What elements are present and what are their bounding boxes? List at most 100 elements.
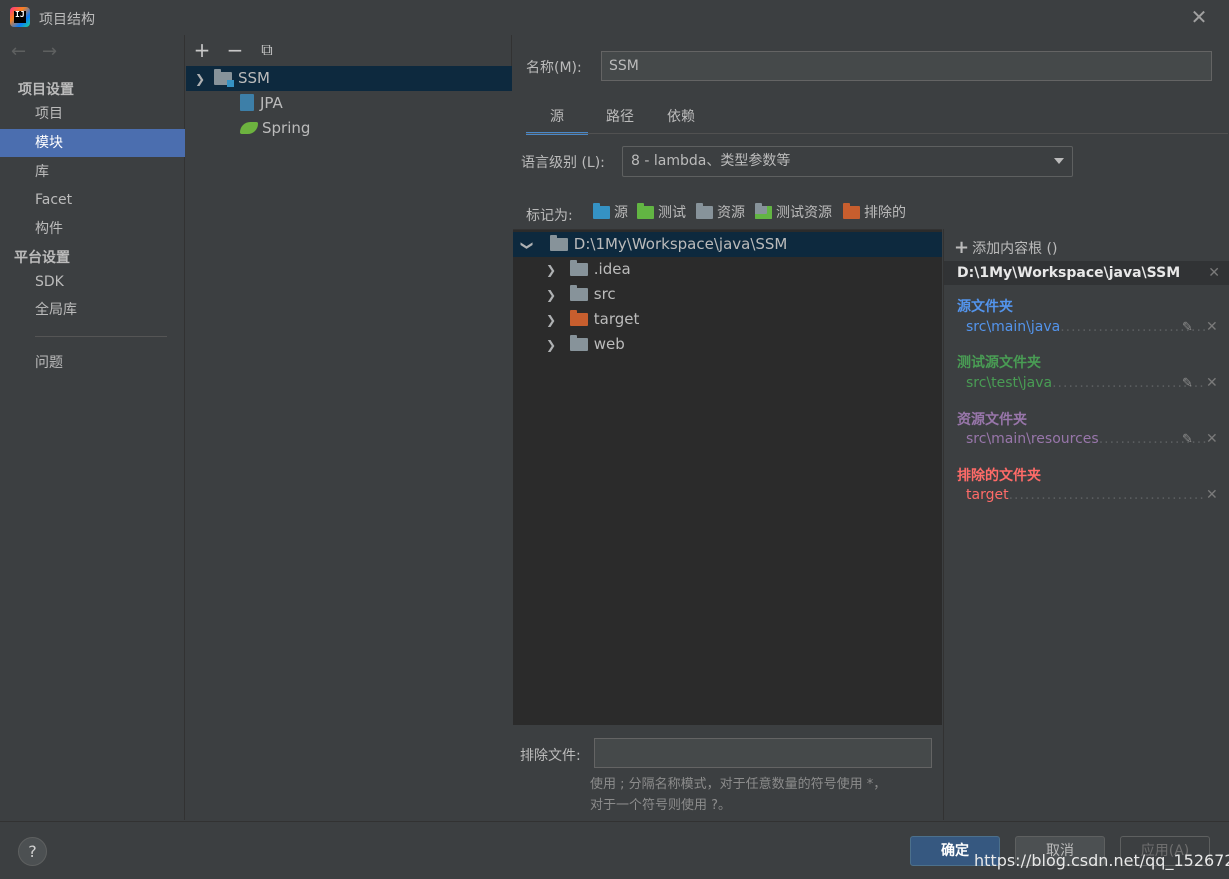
resources-folder-icon (696, 203, 713, 219)
remove-icon[interactable]: ✕ (1206, 431, 1220, 447)
module-name: SSM (238, 69, 270, 87)
folder-icon (569, 260, 588, 276)
dropdown-arrow-icon (1054, 158, 1064, 164)
plus-icon: + (954, 237, 970, 258)
sidebar-item-modules[interactable]: 模块 (0, 129, 185, 157)
source-folders-title: 源文件夹 (957, 299, 1013, 315)
facet-row-spring[interactable]: Spring (240, 116, 310, 141)
forward-arrow-icon[interactable]: → (42, 41, 57, 62)
facet-row-jpa[interactable]: JPA (240, 91, 283, 116)
excluded-folders-title: 排除的文件夹 (957, 468, 1041, 484)
sidebar-item-libraries[interactable]: 库 (0, 158, 185, 186)
name-label: 名称(M): (526, 60, 582, 76)
module-config-panel: 名称(M): SSM 源 路径 依赖 语言级别 (L): 8 - lambda、… (513, 35, 1229, 820)
exclude-hint-line-2: 对于一个符号则使用 ?。 (590, 798, 732, 813)
jpa-icon (240, 94, 254, 111)
exclude-files-label: 排除文件: (520, 748, 581, 764)
excluded-folder-path[interactable]: target (966, 487, 1206, 503)
add-content-root-label: 添加内容根 () (972, 241, 1058, 257)
tree-row-idea[interactable]: ❯ .idea (513, 257, 942, 282)
module-tree-panel: + − ⧉ ❯ SSM JPA Spring (186, 35, 512, 820)
sidebar-item-artifacts[interactable]: 构件 (0, 215, 185, 243)
mark-as-label: 标记为: (526, 208, 573, 224)
content-root-header: D:\1My\Workspace\java\SSM ✕ (944, 261, 1229, 285)
mark-as-sources-button[interactable]: 源 (593, 202, 628, 224)
remove-module-icon[interactable]: − (224, 39, 246, 61)
chevron-down-icon[interactable]: ❯ (186, 67, 214, 92)
content-roots-pane: + 添加内容根 () D:\1My\Workspace\java\SSM ✕ 源文… (943, 229, 1229, 820)
excluded-folder-icon (843, 203, 860, 219)
back-arrow-icon[interactable]: ← (11, 41, 26, 62)
test-folder-path[interactable]: src\test\java (966, 375, 1206, 391)
chevron-right-icon[interactable]: ❯ (543, 283, 559, 308)
folder-name: web (593, 335, 625, 353)
title-bar: IJ 项目结构 ✕ (0, 0, 1229, 35)
remove-icon[interactable]: ✕ (1206, 487, 1220, 503)
chevron-down-icon[interactable]: ❯ (515, 238, 540, 254)
sources-folder-icon (593, 203, 610, 219)
sidebar-item-project[interactable]: 项目 (0, 100, 185, 128)
module-row-ssm[interactable]: ❯ SSM (186, 66, 512, 91)
sidebar-item-facets[interactable]: Facet (0, 186, 185, 214)
chevron-right-icon[interactable]: ❯ (543, 308, 559, 333)
edit-pencil-icon[interactable]: ✎ (1182, 376, 1196, 391)
source-folder-path[interactable]: src\main\java (966, 319, 1206, 335)
chevron-right-icon[interactable]: ❯ (543, 258, 559, 283)
sidebar-divider (35, 336, 167, 337)
module-name-input[interactable]: SSM (601, 51, 1212, 81)
mark-as-tests-label: 测试 (658, 205, 686, 221)
spring-leaf-icon (240, 122, 258, 134)
tree-row-src[interactable]: ❯ src (513, 282, 942, 307)
add-content-root-button[interactable]: + 添加内容根 () (954, 237, 1057, 258)
chevron-right-icon[interactable]: ❯ (543, 333, 559, 358)
project-settings-header: 项目设置 (18, 82, 74, 98)
mark-as-resources-button[interactable]: 资源 (696, 202, 745, 224)
remove-content-root-icon[interactable]: ✕ (1208, 261, 1220, 285)
tree-row-web[interactable]: ❯ web (513, 332, 942, 357)
tab-dependencies[interactable]: 依赖 (658, 105, 704, 135)
excluded-folder-icon (569, 310, 588, 326)
test-folders-title: 测试源文件夹 (957, 355, 1041, 371)
edit-pencil-icon[interactable]: ✎ (1182, 432, 1196, 447)
mark-as-excluded-label: 排除的 (864, 205, 906, 221)
mark-as-tests-button[interactable]: 测试 (637, 202, 686, 224)
mark-as-test-resources-label: 测试资源 (776, 205, 832, 221)
tab-paths[interactable]: 路径 (597, 105, 643, 135)
tree-row-root[interactable]: ❯ D:\1My\Workspace\java\SSM (513, 232, 942, 257)
sidebar-item-sdks[interactable]: SDK (0, 268, 185, 296)
help-button[interactable]: ? (18, 837, 47, 866)
copy-module-icon[interactable]: ⧉ (256, 39, 278, 61)
platform-settings-header: 平台设置 (14, 250, 70, 266)
close-window-button[interactable]: ✕ (1189, 7, 1209, 27)
tab-sources[interactable]: 源 (526, 105, 588, 135)
facet-name: Spring (262, 119, 311, 137)
intellij-logo-icon: IJ (10, 7, 30, 27)
remove-icon[interactable]: ✕ (1206, 375, 1220, 391)
folder-name: target (593, 310, 640, 328)
tree-row-target[interactable]: ❯ target (513, 307, 942, 332)
sidebar-item-global-libraries[interactable]: 全局库 (0, 296, 185, 324)
content-root-path: D:\1My\Workspace\java\SSM (573, 235, 788, 253)
tab-divider (526, 133, 1228, 134)
module-folder-icon (214, 69, 234, 87)
folder-name: src (593, 285, 616, 303)
window-title: 项目结构 (39, 12, 95, 28)
test-resources-folder-icon (755, 203, 772, 219)
edit-pencil-icon[interactable]: ✎ (1182, 320, 1196, 335)
mark-as-excluded-button[interactable]: 排除的 (843, 202, 906, 224)
folder-icon (569, 285, 588, 301)
settings-sidebar: ← → 项目设置 项目 模块 库 Facet 构件 平台设置 SDK 全局库 问… (0, 35, 185, 820)
dialog-button-bar: ? 确定 取消 应用(A) https://blog.csdn.net/qq_1… (0, 821, 1229, 879)
remove-icon[interactable]: ✕ (1206, 319, 1220, 335)
exclude-hint-line-1: 使用 ; 分隔名称模式，对于任意数量的符号使用 *， (590, 777, 887, 792)
add-module-icon[interactable]: + (191, 39, 213, 61)
folder-icon (569, 335, 588, 351)
language-level-select[interactable]: 8 - lambda、类型参数等 (622, 146, 1073, 177)
mark-as-test-resources-button[interactable]: 测试资源 (755, 202, 832, 224)
language-level-value: 8 - lambda、类型参数等 (631, 153, 791, 169)
resource-folders-title: 资源文件夹 (957, 412, 1027, 428)
resource-folder-path[interactable]: src\main\resources (966, 431, 1206, 447)
exclude-files-input[interactable] (594, 738, 932, 768)
content-root-path: D:\1My\Workspace\java\SSM (957, 265, 1181, 281)
sidebar-item-problems[interactable]: 问题 (0, 349, 185, 377)
